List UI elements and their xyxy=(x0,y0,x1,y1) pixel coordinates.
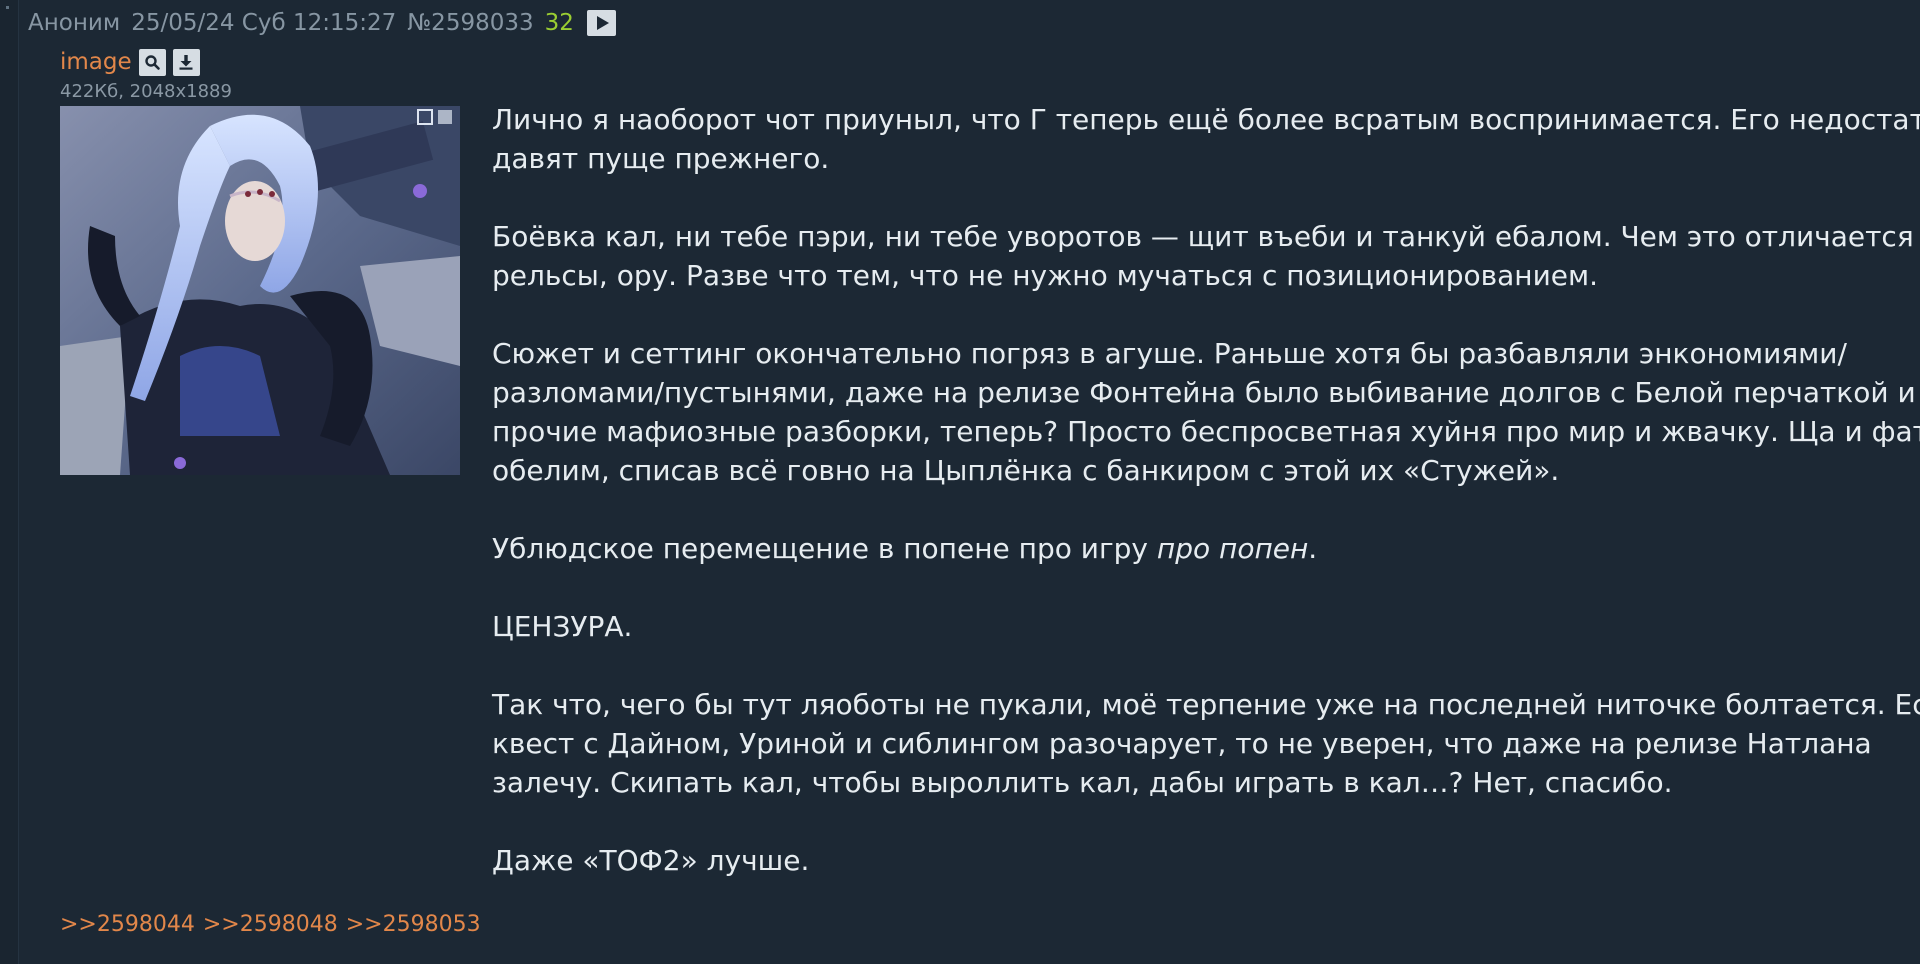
text-line: обелим, списав всё говно на Цыплёнка с б… xyxy=(492,454,1560,487)
italic-text: про попен xyxy=(1156,532,1309,565)
post-index: 32 xyxy=(544,10,574,36)
text-line: Лично я наоборот чот приуныл, что Г тепе… xyxy=(492,103,1920,136)
text-line: Боёвка кал, ни тебе пэри, ни тебе уворот… xyxy=(492,220,1920,253)
file-info: image xyxy=(60,47,200,77)
post-paragraph-5: ЦЕНЗУРА. xyxy=(492,607,1912,646)
play-icon[interactable] xyxy=(586,10,616,36)
text-line: давят пуще прежнего. xyxy=(492,142,830,175)
text-line: Сюжет и сеттинг окончательно погряз в аг… xyxy=(492,337,1847,370)
left-rail xyxy=(0,0,19,964)
rail-marker xyxy=(6,6,9,9)
post-body: Лично я наоборот чот приуныл, что Г тепе… xyxy=(492,100,1920,919)
post-paragraph-2: Боёвка кал, ни тебе пэри, ни тебе уворот… xyxy=(492,217,1920,295)
post-paragraph-7: Даже «ТОФ2» лучше. xyxy=(492,841,1912,880)
post-paragraph-3: Сюжет и сеттинг окончательно погряз в аг… xyxy=(492,334,1920,490)
reply-link[interactable]: >>2598044 xyxy=(60,912,195,937)
page: Аноним 25/05/24 Суб 12:15:27 №2598033 32… xyxy=(0,0,1920,964)
post-paragraph-6: Так что, чего бы тут ляоботы не пукали, … xyxy=(492,685,1920,802)
text-line: Ублюдское перемещение в попене про игру xyxy=(492,532,1157,565)
post-number[interactable]: №2598033 xyxy=(407,10,533,36)
text-line: рельсы, ору. Разве что тем, что не нужно… xyxy=(492,259,1599,292)
post-date: 25/05/24 Суб 12:15:27 xyxy=(131,10,397,36)
download-icon[interactable] xyxy=(172,48,200,76)
text-line: залечу. Скипать кал, чтобы выроллить кал… xyxy=(492,766,1673,799)
search-icon[interactable] xyxy=(138,48,166,76)
post-paragraph-4: Ублюдское перемещение в попене про игру … xyxy=(492,529,1912,568)
text-line: ЦЕНЗУРА. xyxy=(492,610,633,643)
file-name-link[interactable]: image xyxy=(60,49,132,75)
post-image-thumbnail[interactable] xyxy=(60,106,460,475)
post-paragraph-1: Лично я наоборот чот приуныл, что Г тепе… xyxy=(492,100,1920,178)
text-punctuation: . xyxy=(1308,532,1318,565)
file-meta: 422Кб, 2048x1889 xyxy=(60,81,232,102)
text-line: Даже «ТОФ2» лучше. xyxy=(492,844,810,877)
text-line: прочие мафиозные разборки, теперь? Прост… xyxy=(492,415,1920,448)
post-header: Аноним 25/05/24 Суб 12:15:27 №2598033 32 xyxy=(28,8,616,38)
post-author: Аноним xyxy=(28,10,121,36)
text-line: Так что, чего бы тут ляоботы не пукали, … xyxy=(492,688,1920,721)
reply-links: >>2598044 >>2598048 >>2598053 xyxy=(60,912,481,937)
post: Аноним 25/05/24 Суб 12:15:27 №2598033 32… xyxy=(19,0,1920,964)
reply-link[interactable]: >>2598048 xyxy=(203,912,338,937)
text-line: разломами/пустынями, даже на релизе Фонт… xyxy=(492,376,1916,409)
reply-link[interactable]: >>2598053 xyxy=(346,912,481,937)
text-line: квест с Дайном, Уриной и сиблингом разоч… xyxy=(492,727,1872,760)
